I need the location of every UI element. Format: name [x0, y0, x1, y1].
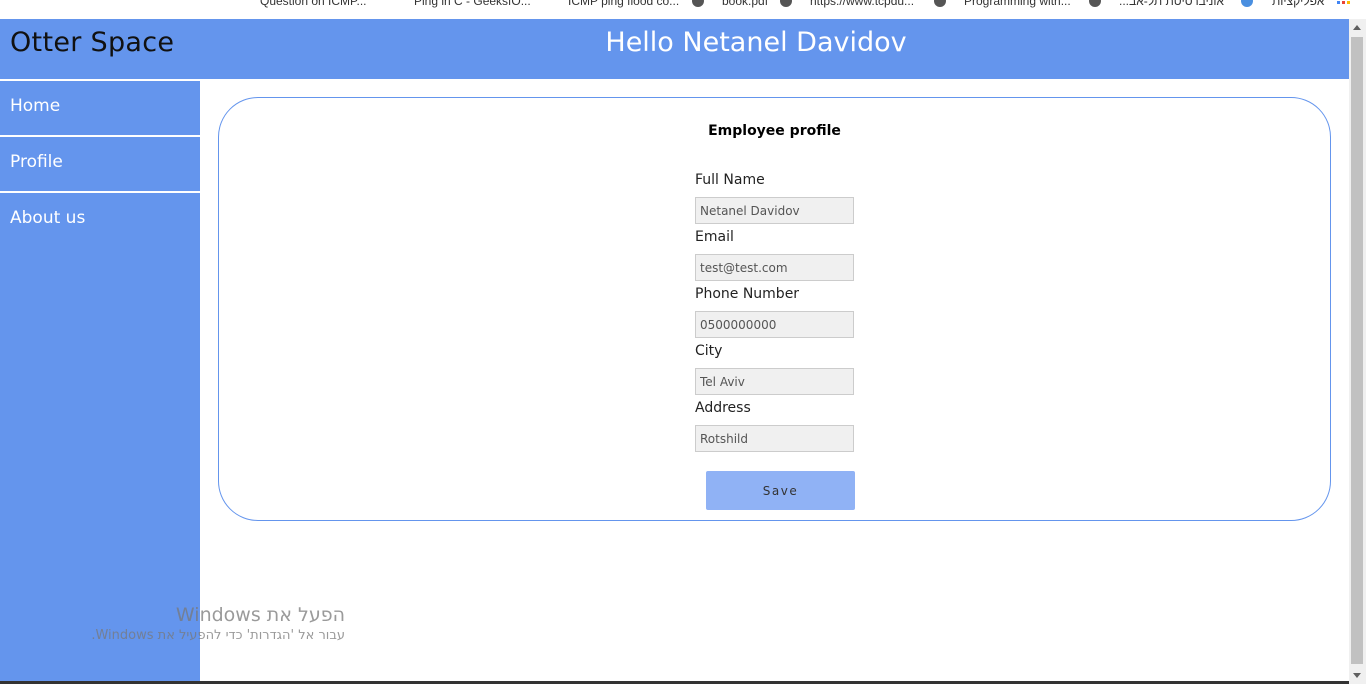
profile-card: Employee profile Full Name Email Phone N…	[218, 97, 1331, 521]
address-label: Address	[695, 400, 751, 416]
sidebar-item-profile[interactable]: Profile	[0, 137, 200, 193]
greeting-title: Hello Netanel Davidov	[605, 27, 907, 58]
globe-icon	[780, 0, 792, 7]
phone-number-label: Phone Number	[695, 286, 800, 302]
card-title: Employee profile	[708, 123, 841, 139]
email-field[interactable]	[695, 254, 854, 281]
bookmarks-bar: Question on ICMP... Ping in C - GeeksfO.…	[0, 0, 1366, 19]
full-name-label: Full Name	[695, 172, 765, 188]
scroll-up-arrow-icon[interactable]	[1353, 25, 1361, 30]
bookmark-item-apps[interactable]: אפליקציות	[1272, 0, 1324, 8]
scrollbar-thumb[interactable]	[1351, 37, 1363, 664]
email-label: Email	[695, 229, 734, 245]
bookmark-item[interactable]: Question on ICMP...	[260, 0, 367, 8]
windows-activation-watermark: הפעל את Windows עבור אל 'הגדרות' כדי להפ…	[40, 604, 345, 643]
globe-icon	[934, 0, 946, 7]
globe-icon	[692, 0, 704, 7]
bookmark-item[interactable]: book.pdf	[722, 0, 768, 8]
watermark-subtitle: עבור אל 'הגדרות' כדי להפעיל את Windows.	[91, 628, 345, 643]
city-label: City	[695, 343, 723, 359]
bookmark-item[interactable]: https://www.tcpdu...	[810, 0, 914, 8]
bookmark-item[interactable]: ICMP ping flood co...	[568, 0, 679, 8]
apps-grid-icon[interactable]	[1337, 0, 1351, 8]
sidebar-item-about-us[interactable]: About us	[0, 193, 200, 247]
sidebar-item-home[interactable]: Home	[0, 81, 200, 137]
scroll-down-arrow-icon[interactable]	[1353, 673, 1361, 678]
address-field[interactable]	[695, 425, 854, 452]
sidebar: Home Profile About us	[0, 81, 200, 684]
city-field[interactable]	[695, 368, 854, 395]
vertical-scrollbar[interactable]	[1349, 19, 1366, 684]
bookmark-item[interactable]: Programming with...	[964, 0, 1071, 8]
bookmark-item[interactable]: Ping in C - GeeksfO...	[414, 0, 531, 8]
app-header: Otter Space Hello Netanel Davidov	[0, 19, 1349, 79]
full-name-field[interactable]	[695, 197, 854, 224]
globe-icon	[1241, 0, 1253, 7]
bookmark-item[interactable]: ...אוניברסיטת תל-אב	[1119, 0, 1224, 8]
phone-number-field[interactable]	[695, 311, 854, 338]
watermark-title: הפעל את Windows	[175, 604, 345, 626]
save-button[interactable]: Save	[706, 471, 855, 510]
globe-icon	[1089, 0, 1101, 7]
